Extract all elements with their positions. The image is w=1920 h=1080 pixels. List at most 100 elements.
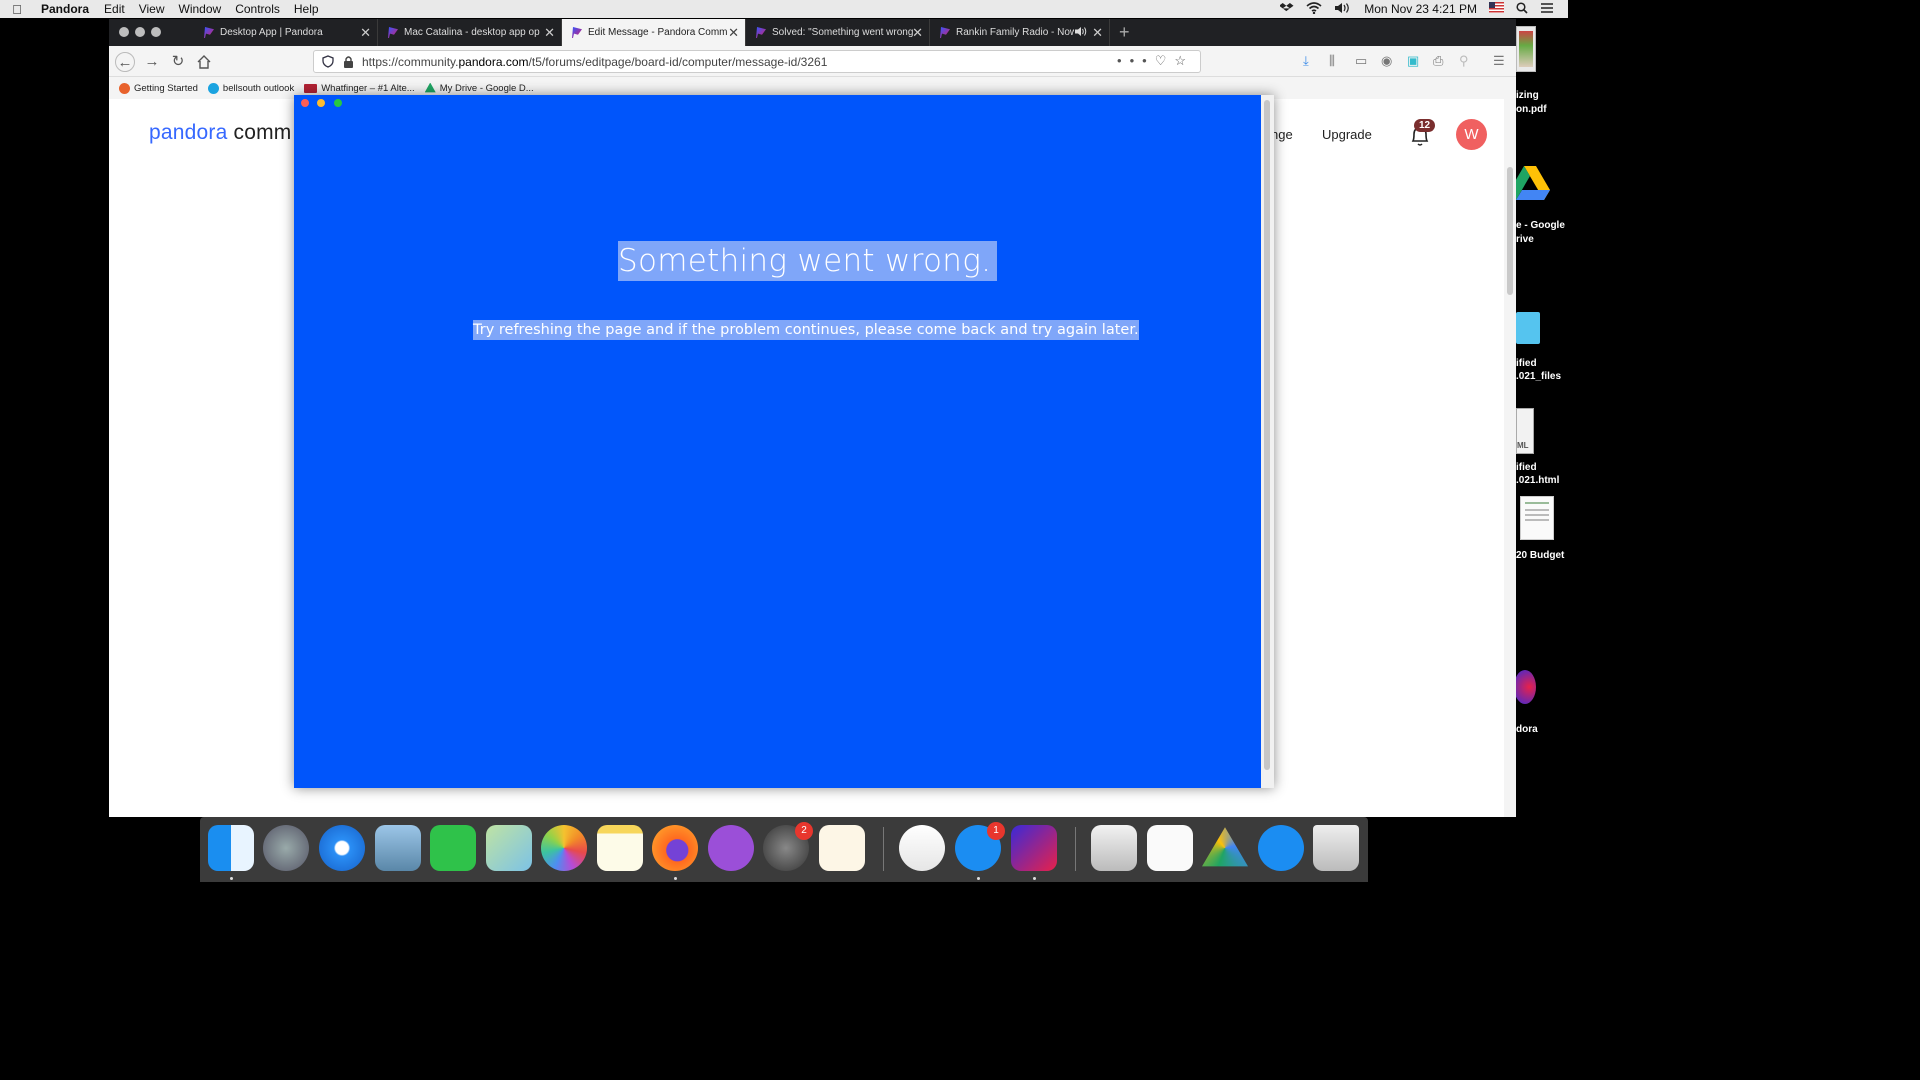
launchpad-icon[interactable] xyxy=(263,825,309,871)
macos-menu-bar:  Pandora Edit View Window Controls Help… xyxy=(0,0,1568,18)
bookmark-star-icon[interactable]: ☆ xyxy=(1174,53,1194,68)
tab-label: Mac Catalina - desktop app op xyxy=(404,27,540,38)
minimize-window-button[interactable] xyxy=(135,27,145,37)
pandora-dock-icon[interactable] xyxy=(1011,825,1057,871)
desktop-label-line2: .021_files xyxy=(1516,371,1562,382)
page-actions[interactable]: •••♡☆ xyxy=(1117,53,1194,69)
folder-icon xyxy=(1516,312,1540,344)
photos-icon[interactable] xyxy=(541,825,587,871)
wifi-icon[interactable] xyxy=(1306,1,1322,17)
bookmark-my-drive[interactable]: My Drive - Google D... xyxy=(424,82,534,94)
bookmark-whatfinger[interactable]: Whatfinger – #1 Alte... xyxy=(304,83,415,94)
downloads-stack-icon[interactable] xyxy=(1258,825,1304,871)
podcasts-icon[interactable] xyxy=(708,825,754,871)
forward-arrow-icon[interactable]: → xyxy=(142,52,162,72)
pandora-community-logo[interactable]: pandora comm xyxy=(149,121,291,145)
facetime-icon[interactable] xyxy=(430,825,476,871)
back-arrow-icon[interactable]: ← xyxy=(115,52,135,72)
library-icon[interactable]: ⫼ xyxy=(1329,53,1335,69)
app-close-button[interactable] xyxy=(301,99,309,107)
nav-partial-link[interactable]: nge xyxy=(1271,127,1293,142)
us-flag-icon xyxy=(304,83,318,93)
tab-solved-something-went-wrong[interactable]: Solved: "Something went wrong ✕ xyxy=(746,19,930,46)
tab-edit-message[interactable]: Edit Message - Pandora Comm ✕ xyxy=(562,19,746,46)
control-center-icon[interactable] xyxy=(1540,2,1554,17)
sidebar-icon[interactable]: ▭ xyxy=(1355,53,1367,69)
music-icon[interactable] xyxy=(899,825,945,871)
home-icon[interactable] xyxy=(194,52,214,72)
tab-label: Edit Message - Pandora Comm xyxy=(588,27,728,38)
desktop-label-line2: rive xyxy=(1516,234,1534,245)
app-zoom-button[interactable] xyxy=(334,99,342,107)
menu-edit[interactable]: Edit xyxy=(97,2,132,16)
maps-icon[interactable] xyxy=(486,825,532,871)
dock-separator xyxy=(883,827,884,871)
zoom-window-button[interactable] xyxy=(151,27,161,37)
screenshot-icon[interactable]: ▣ xyxy=(1407,53,1419,69)
pdf-file-icon xyxy=(1516,26,1536,72)
extension-icon[interactable]: ⚲ xyxy=(1459,53,1469,69)
app-scrollbar-thumb[interactable] xyxy=(1264,100,1270,770)
notes-icon[interactable] xyxy=(597,825,643,871)
account-icon[interactable]: ◉ xyxy=(1381,53,1392,69)
pages-icon[interactable] xyxy=(819,825,865,871)
mail-icon[interactable] xyxy=(375,825,421,871)
document-stack-icon[interactable] xyxy=(1147,825,1193,871)
bookmark-getting-started[interactable]: Getting Started xyxy=(119,82,198,94)
tab-mac-catalina[interactable]: Mac Catalina - desktop app op ✕ xyxy=(378,19,562,46)
disk-utility-document-icon[interactable] xyxy=(1091,825,1137,871)
apple-menu-icon[interactable]:  xyxy=(0,2,34,17)
finder-icon[interactable] xyxy=(208,825,254,871)
hamburger-menu-icon[interactable]: ☰ xyxy=(1493,53,1505,69)
new-tab-icon[interactable]: + xyxy=(1119,22,1130,43)
desktop-label-line2: on.pdf xyxy=(1516,104,1547,115)
dock-separator xyxy=(1075,827,1076,871)
html-file-icon: ML xyxy=(1516,408,1534,454)
lock-icon[interactable] xyxy=(343,55,354,71)
address-bar[interactable]: https://community. pandora.com/t5/forums/… xyxy=(313,50,1201,73)
app-minimize-button[interactable] xyxy=(317,99,325,107)
dropbox-icon[interactable] xyxy=(1279,2,1294,17)
menu-view[interactable]: View xyxy=(132,2,172,16)
downloads-icon[interactable]: ⤓ xyxy=(1303,53,1309,69)
page-scrollbar-thumb[interactable] xyxy=(1507,167,1513,295)
firefox-icon xyxy=(119,82,130,94)
menu-help[interactable]: Help xyxy=(287,2,326,16)
menu-controls[interactable]: Controls xyxy=(228,2,287,16)
tab-label: Desktop App | Pandora xyxy=(220,27,323,38)
trash-icon[interactable] xyxy=(1313,825,1359,871)
spotlight-search-icon[interactable] xyxy=(1516,1,1528,17)
close-tab-icon[interactable]: ✕ xyxy=(360,25,371,41)
close-window-button[interactable] xyxy=(119,27,129,37)
notifications-count-badge: 12 xyxy=(1414,119,1436,132)
pocket-icon[interactable]: ♡ xyxy=(1155,53,1175,68)
reload-icon[interactable]: ↻ xyxy=(168,52,188,72)
safari-icon[interactable] xyxy=(319,825,365,871)
close-tab-icon[interactable]: ✕ xyxy=(544,25,555,41)
google-drive-icon xyxy=(1516,166,1550,200)
close-tab-icon[interactable]: ✕ xyxy=(1092,25,1103,41)
upgrade-link[interactable]: Upgrade xyxy=(1322,127,1372,142)
close-tab-icon[interactable]: ✕ xyxy=(912,25,923,41)
navigation-toolbar: ← → ↻ https://community. pandora.com/t5/f… xyxy=(109,46,1516,77)
desktop-label-line1: izing xyxy=(1516,90,1539,101)
more-actions-icon[interactable]: ••• xyxy=(1117,53,1155,68)
audio-playing-icon[interactable] xyxy=(1075,26,1087,40)
menu-app-name[interactable]: Pandora xyxy=(34,2,97,16)
pandora-favicon-icon xyxy=(388,27,398,38)
volume-icon[interactable] xyxy=(1334,2,1352,17)
tab-rankin-family-radio[interactable]: Rankin Family Radio - Now P ✕ xyxy=(930,19,1110,46)
firefox-dock-icon[interactable] xyxy=(652,825,698,871)
us-flag-input-icon[interactable] xyxy=(1489,2,1504,16)
close-tab-icon[interactable]: ✕ xyxy=(728,25,739,41)
bookmark-bellsouth-outlook[interactable]: bellsouth outlook xyxy=(207,82,294,94)
menu-window[interactable]: Window xyxy=(172,2,229,16)
bookmark-label: Getting Started xyxy=(134,82,198,94)
tab-desktop-app[interactable]: Desktop App | Pandora ✕ xyxy=(194,19,378,46)
google-drive-dock-icon[interactable] xyxy=(1202,827,1248,867)
user-avatar[interactable]: W xyxy=(1456,119,1487,150)
print-icon[interactable]: ⎙ xyxy=(1433,53,1443,69)
tracking-shield-icon[interactable] xyxy=(322,55,334,71)
bookmark-label: My Drive - Google D... xyxy=(439,82,534,94)
menu-clock[interactable]: Mon Nov 23 4:21 PM xyxy=(1364,2,1477,16)
